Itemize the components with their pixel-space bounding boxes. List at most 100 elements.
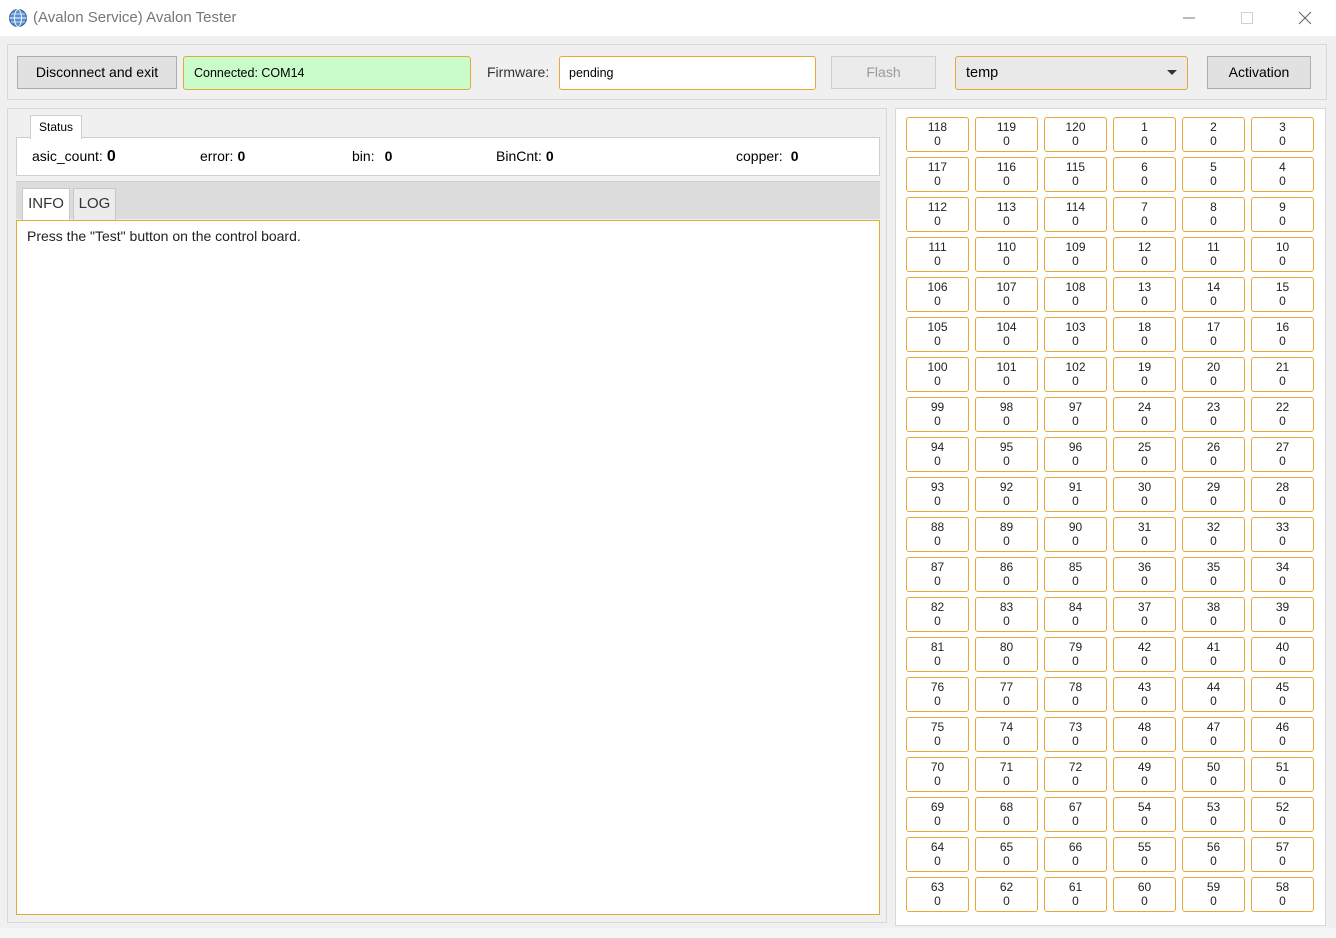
chip-cell[interactable]: 33 0 bbox=[1251, 517, 1314, 552]
chip-cell[interactable]: 23 0 bbox=[1182, 397, 1245, 432]
activation-button[interactable]: Activation bbox=[1207, 56, 1311, 89]
chip-cell[interactable]: 10 0 bbox=[1251, 237, 1314, 272]
chip-cell[interactable]: 70 bbox=[1113, 197, 1176, 232]
tab-log[interactable]: LOG bbox=[73, 188, 116, 220]
chip-cell[interactable]: 58 0 bbox=[1251, 877, 1314, 912]
chip-cell[interactable]: 72 0 bbox=[1044, 757, 1107, 792]
chip-cell[interactable]: 94 0 bbox=[906, 437, 969, 472]
chip-cell[interactable]: 70 0 bbox=[906, 757, 969, 792]
chip-cell[interactable]: 31 0 bbox=[1113, 517, 1176, 552]
chip-cell[interactable]: 80 bbox=[1182, 197, 1245, 232]
chip-cell[interactable]: 100 0 bbox=[906, 357, 969, 392]
chip-cell[interactable]: 112 0 bbox=[906, 197, 969, 232]
chip-cell[interactable]: 78 0 bbox=[1044, 677, 1107, 712]
chip-cell[interactable]: 25 0 bbox=[1113, 437, 1176, 472]
chip-cell[interactable]: 30 bbox=[1251, 117, 1314, 152]
chip-cell[interactable]: 32 0 bbox=[1182, 517, 1245, 552]
chip-cell[interactable]: 48 0 bbox=[1113, 717, 1176, 752]
chip-cell[interactable]: 97 0 bbox=[1044, 397, 1107, 432]
chip-cell[interactable]: 92 0 bbox=[975, 477, 1038, 512]
chip-cell[interactable]: 81 0 bbox=[906, 637, 969, 672]
chip-cell[interactable]: 14 0 bbox=[1182, 277, 1245, 312]
chip-cell[interactable]: 61 0 bbox=[1044, 877, 1107, 912]
chip-cell[interactable]: 46 0 bbox=[1251, 717, 1314, 752]
chip-cell[interactable]: 38 0 bbox=[1182, 597, 1245, 632]
chip-cell[interactable]: 105 0 bbox=[906, 317, 969, 352]
chip-cell[interactable]: 45 0 bbox=[1251, 677, 1314, 712]
chip-cell[interactable]: 18 0 bbox=[1113, 317, 1176, 352]
flash-button[interactable]: Flash bbox=[831, 56, 936, 89]
chip-cell[interactable]: 120 0 bbox=[1044, 117, 1107, 152]
chip-cell[interactable]: 50 bbox=[1182, 157, 1245, 192]
chip-cell[interactable]: 47 0 bbox=[1182, 717, 1245, 752]
chip-cell[interactable]: 37 0 bbox=[1113, 597, 1176, 632]
chip-cell[interactable]: 73 0 bbox=[1044, 717, 1107, 752]
chip-cell[interactable]: 96 0 bbox=[1044, 437, 1107, 472]
chip-cell[interactable]: 55 0 bbox=[1113, 837, 1176, 872]
chip-cell[interactable]: 52 0 bbox=[1251, 797, 1314, 832]
chip-cell[interactable]: 103 0 bbox=[1044, 317, 1107, 352]
chip-cell[interactable]: 13 0 bbox=[1113, 277, 1176, 312]
minimize-button[interactable] bbox=[1160, 0, 1218, 36]
chip-cell[interactable]: 29 0 bbox=[1182, 477, 1245, 512]
chip-cell[interactable]: 24 0 bbox=[1113, 397, 1176, 432]
chip-cell[interactable]: 115 0 bbox=[1044, 157, 1107, 192]
chip-cell[interactable]: 22 0 bbox=[1251, 397, 1314, 432]
chip-cell[interactable]: 41 0 bbox=[1182, 637, 1245, 672]
chip-cell[interactable]: 42 0 bbox=[1113, 637, 1176, 672]
chip-cell[interactable]: 77 0 bbox=[975, 677, 1038, 712]
chip-cell[interactable]: 109 0 bbox=[1044, 237, 1107, 272]
chip-cell[interactable]: 95 0 bbox=[975, 437, 1038, 472]
chip-cell[interactable]: 75 0 bbox=[906, 717, 969, 752]
chip-cell[interactable]: 28 0 bbox=[1251, 477, 1314, 512]
chip-cell[interactable]: 90 bbox=[1251, 197, 1314, 232]
chip-cell[interactable]: 57 0 bbox=[1251, 837, 1314, 872]
chip-cell[interactable]: 20 bbox=[1182, 117, 1245, 152]
chip-cell[interactable]: 64 0 bbox=[906, 837, 969, 872]
chip-cell[interactable]: 76 0 bbox=[906, 677, 969, 712]
chip-cell[interactable]: 12 0 bbox=[1113, 237, 1176, 272]
close-button[interactable] bbox=[1276, 0, 1334, 36]
chip-cell[interactable]: 113 0 bbox=[975, 197, 1038, 232]
chip-cell[interactable]: 87 0 bbox=[906, 557, 969, 592]
chip-cell[interactable]: 20 0 bbox=[1182, 357, 1245, 392]
chip-cell[interactable]: 66 0 bbox=[1044, 837, 1107, 872]
chip-cell[interactable]: 67 0 bbox=[1044, 797, 1107, 832]
chip-cell[interactable]: 60 bbox=[1113, 157, 1176, 192]
chip-cell[interactable]: 60 0 bbox=[1113, 877, 1176, 912]
maximize-button[interactable] bbox=[1218, 0, 1276, 36]
chip-cell[interactable]: 71 0 bbox=[975, 757, 1038, 792]
info-text-area[interactable]: Press the "Test" button on the control b… bbox=[16, 220, 880, 915]
chip-cell[interactable]: 116 0 bbox=[975, 157, 1038, 192]
chip-cell[interactable]: 114 0 bbox=[1044, 197, 1107, 232]
tab-info[interactable]: INFO bbox=[22, 188, 70, 220]
chip-cell[interactable]: 82 0 bbox=[906, 597, 969, 632]
chip-cell[interactable]: 16 0 bbox=[1251, 317, 1314, 352]
chip-cell[interactable]: 98 0 bbox=[975, 397, 1038, 432]
chip-cell[interactable]: 27 0 bbox=[1251, 437, 1314, 472]
chip-cell[interactable]: 54 0 bbox=[1113, 797, 1176, 832]
chip-cell[interactable]: 39 0 bbox=[1251, 597, 1314, 632]
chip-cell[interactable]: 89 0 bbox=[975, 517, 1038, 552]
chip-cell[interactable]: 68 0 bbox=[975, 797, 1038, 832]
chip-cell[interactable]: 34 0 bbox=[1251, 557, 1314, 592]
chip-cell[interactable]: 108 0 bbox=[1044, 277, 1107, 312]
chip-cell[interactable]: 118 0 bbox=[906, 117, 969, 152]
chip-cell[interactable]: 35 0 bbox=[1182, 557, 1245, 592]
chip-cell[interactable]: 30 0 bbox=[1113, 477, 1176, 512]
chip-cell[interactable]: 93 0 bbox=[906, 477, 969, 512]
chip-cell[interactable]: 83 0 bbox=[975, 597, 1038, 632]
chip-cell[interactable]: 51 0 bbox=[1251, 757, 1314, 792]
chip-cell[interactable]: 10 bbox=[1113, 117, 1176, 152]
chip-cell[interactable]: 102 0 bbox=[1044, 357, 1107, 392]
mode-select[interactable]: temp bbox=[955, 56, 1188, 90]
chip-cell[interactable]: 106 0 bbox=[906, 277, 969, 312]
chip-cell[interactable]: 56 0 bbox=[1182, 837, 1245, 872]
chip-cell[interactable]: 91 0 bbox=[1044, 477, 1107, 512]
chip-cell[interactable]: 110 0 bbox=[975, 237, 1038, 272]
chip-cell[interactable]: 11 0 bbox=[1182, 237, 1245, 272]
chip-cell[interactable]: 99 0 bbox=[906, 397, 969, 432]
chip-cell[interactable]: 43 0 bbox=[1113, 677, 1176, 712]
chip-cell[interactable]: 40 0 bbox=[1251, 637, 1314, 672]
disconnect-button[interactable]: Disconnect and exit bbox=[17, 56, 177, 89]
